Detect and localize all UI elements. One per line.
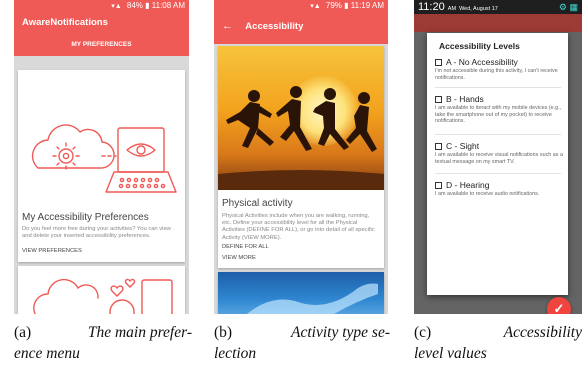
level-option-d[interactable]: D - Hearing I am available to receive au… [435,180,563,198]
level-description: I'm not accessible during this activity,… [435,68,558,81]
status-bar: 11:20 AM Wed, August 17 ⚙ ▦ [414,0,582,14]
level-label: A - No Accessibility [446,57,518,67]
status-time: 11:20 [418,1,445,13]
caption-text: ence menu [14,345,80,362]
signal-icon: ▾▲ [111,3,122,10]
accessibility-levels-dialog: Accessibility Levels A - No Accessibilit… [427,33,571,314]
second-card[interactable] [18,266,185,314]
app-bar: ← Accessibility [214,12,388,44]
battery-icon: ▮ [145,1,150,10]
level-label: C - Sight [446,141,480,151]
signal-icon: ▾▲ [310,3,321,10]
status-time: 11:08 AM [151,1,185,10]
view-preferences-link[interactable]: VIEW PREFERENCES [22,248,82,254]
page-title: Accessibility [245,21,304,32]
caption-text: lection [214,345,257,362]
cloud-laptop-illustration [31,124,177,193]
grid-icon[interactable]: ▦ [569,2,578,12]
preferences-card[interactable]: My Accessibility Preferences Do you feel… [18,70,185,262]
caption-c: (c) Accessibility level values [414,322,582,364]
second-activity-card[interactable] [218,272,384,314]
cloud-heart-illustration [33,278,173,314]
battery-icon: ▮ [344,1,349,10]
card-description: Physical Activities include when you are… [222,213,375,241]
heart-icon [110,285,124,297]
card-title: Physical activity [222,198,293,209]
check-icon: ✓ [553,301,565,314]
status-ampm: AM [447,6,457,12]
screenshot-activity-selection: ▾▲ 79% ▮ 11:19 AM ← Accessibility Physic… [214,0,388,314]
gear-icon[interactable]: ⚙ [559,2,567,12]
level-option-c[interactable]: C - Sight I am available to receive visu… [435,141,563,165]
status-bar: ▾▲ 84% ▮ 11:08 AM [14,0,189,12]
level-option-b[interactable]: B - Hands I am available to iteract with… [435,94,563,125]
battery-percent: 84% [126,1,143,10]
dialog-title: Accessibility Levels [439,41,520,51]
checkbox[interactable] [435,95,442,103]
checkbox[interactable] [435,58,442,66]
card-title: My Accessibility Preferences [22,212,149,223]
screenshot-main-preferences: ▾▲ 84% ▮ 11:08 AM AwareNotifications MY … [14,0,189,314]
dimmed-app-bar [414,14,582,32]
screenshot-accessibility-levels: 11:20 AM Wed, August 17 ⚙ ▦ Accessibilit… [414,0,582,314]
caption-b: (b) Activity type se- lection [214,322,390,364]
gear-icon [58,148,74,164]
checkbox[interactable] [435,181,442,189]
cloud-icon [33,278,99,314]
level-description: I am available to iteract with my mobile… [435,105,562,125]
cloud-icon [31,124,115,169]
caption-label: (b) [214,324,233,341]
laptop-icon [117,127,165,173]
level-label: B - Hands [446,94,484,104]
caption-text: level values [414,345,487,362]
level-description: I am available to receive visual notific… [435,152,563,165]
sky-photo [218,272,384,314]
caption-text: The main prefer- [87,324,192,341]
view-more-link[interactable]: VIEW MORE [222,255,256,261]
caption-a: (a) The main prefer- ence menu [14,322,192,364]
physical-activity-card[interactable]: Physical activity Physical Activities in… [218,46,384,268]
caption-label: (a) [14,324,32,341]
caption-label: (c) [414,324,432,341]
caption-text: Activity type se- [291,324,390,341]
level-option-a[interactable]: A - No Accessibility I'm not accessible … [435,57,563,81]
battery-percent: 79% [325,1,342,10]
confirm-fab-button[interactable]: ✓ [547,297,571,314]
status-time: 11:19 AM [350,1,384,10]
status-bar: ▾▲ 79% ▮ 11:19 AM [214,0,388,12]
define-for-all-link[interactable]: DEFINE FOR ALL [222,244,269,250]
heart-icon [124,278,136,288]
runners-photo [218,46,384,190]
level-description: I am available to receive audio notifica… [435,191,540,197]
checkbox[interactable] [435,142,442,150]
card-description: Do you feel more free during your activi… [22,226,171,240]
caption-text: Accessibility [503,324,582,341]
level-label: D - Hearing [446,180,490,190]
tab-my-preferences[interactable]: MY PREFERENCES [14,34,189,56]
status-date: Wed, August 17 [459,6,498,12]
device-icon [141,279,173,314]
back-arrow-icon[interactable]: ← [222,20,233,32]
app-title: AwareNotifications [14,12,189,34]
